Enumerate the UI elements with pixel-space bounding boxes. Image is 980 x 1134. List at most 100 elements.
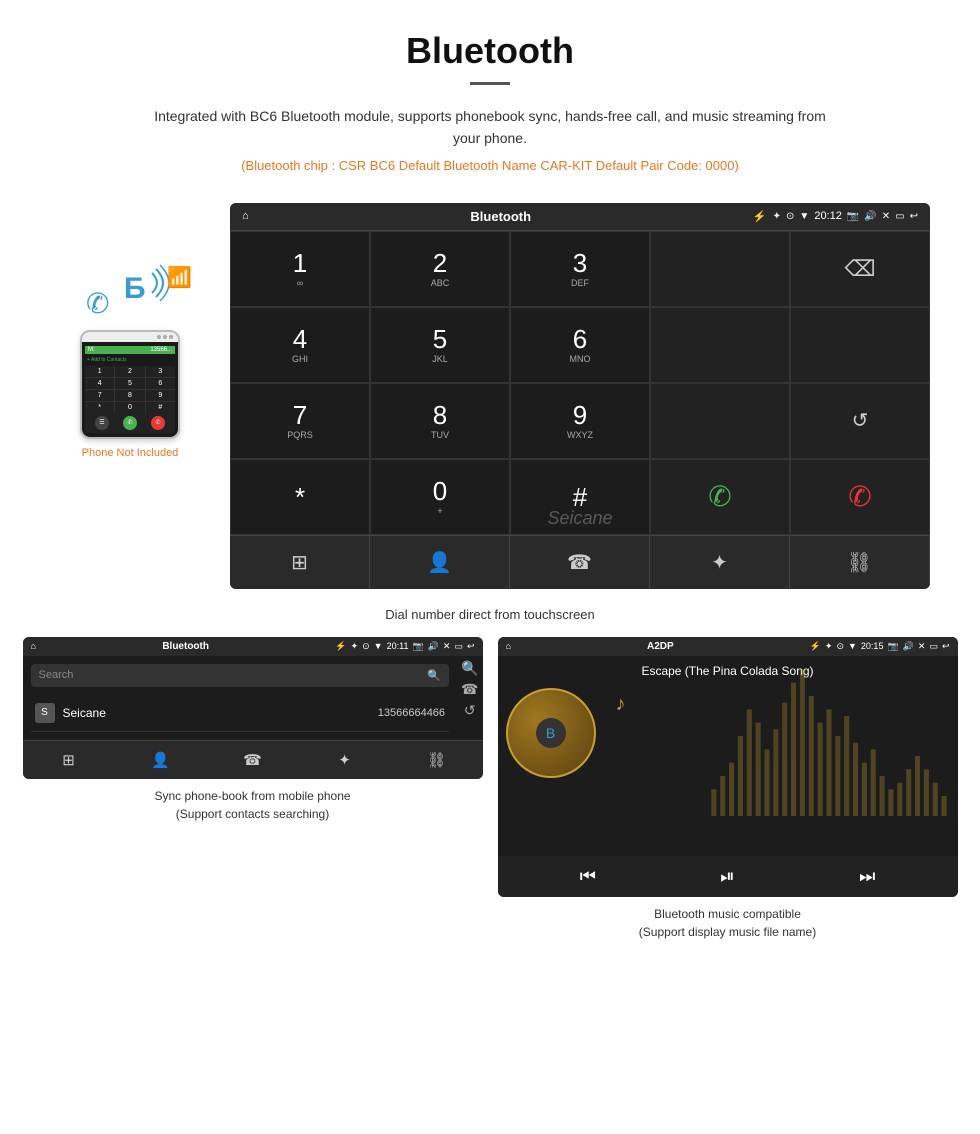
- dial-key-2[interactable]: 2 ABC: [370, 231, 510, 307]
- phone-call-btn: ✆: [123, 416, 137, 430]
- music-usb-icon: ⚡: [810, 641, 821, 652]
- phone-dot: [157, 335, 161, 339]
- dial-key-6[interactable]: 6 MNO: [510, 307, 650, 383]
- phone-not-included-label: Phone Not Included: [82, 447, 179, 459]
- dial-letters-9: WXYZ: [567, 430, 593, 440]
- phone-dot: [169, 335, 173, 339]
- pb-nav-bt[interactable]: ✦: [299, 741, 391, 779]
- music-camera-icon[interactable]: 📷: [887, 641, 898, 652]
- dial-call-red-cell[interactable]: ✆: [790, 459, 930, 535]
- phonebook-inner: Search 🔍 S Seicane 13566664466 🔍 ☎ ↺: [23, 656, 483, 740]
- dial-letters-5: JKL: [432, 354, 448, 364]
- nav-link-icon[interactable]: ⛓: [790, 536, 930, 589]
- dial-num-8: 8: [433, 402, 447, 428]
- dial-num-9: 9: [573, 402, 587, 428]
- phone-screen: M:13566... + Add to Contacts 1 2 3 4 5 6…: [82, 342, 178, 437]
- dial-key-9[interactable]: 9 WXYZ: [510, 383, 650, 459]
- play-pause-button[interactable]: ⏯: [720, 866, 734, 887]
- dial-letters-6: MNO: [570, 354, 591, 364]
- home-icon[interactable]: ⌂: [242, 210, 249, 222]
- music-section: ⌂ A2DP ⚡ ✦ ⊙ ▼ 20:15 📷 🔊 ✕ ▭ ↩ Escape (T…: [498, 637, 958, 941]
- dial-num-4: 4: [293, 326, 307, 352]
- contact-name: Seicane: [63, 706, 378, 720]
- phonebook-search-bar[interactable]: Search 🔍: [31, 664, 450, 687]
- pb-back-icon[interactable]: ↩: [467, 641, 475, 652]
- title-divider: [470, 82, 510, 85]
- dial-key-4[interactable]: 4 GHI: [230, 307, 370, 383]
- music-close-icon[interactable]: ✕: [918, 641, 926, 652]
- usb-icon: ⚡: [753, 210, 767, 223]
- dial-key-1[interactable]: 1 ∞: [230, 231, 370, 307]
- phonebook-main: Search 🔍 S Seicane 13566664466: [23, 656, 458, 740]
- close-icon[interactable]: ✕: [882, 211, 890, 222]
- pb-vol-icon[interactable]: 🔊: [428, 641, 439, 652]
- dial-screen-wrapper: ⌂ Bluetooth ⚡ ✦ ⊙ ▼ 20:12 📷 🔊 ✕ ▭ ↩: [230, 203, 930, 589]
- dial-key-7[interactable]: 7 PQRS: [230, 383, 370, 459]
- pb-search-right-icon[interactable]: 🔍: [461, 660, 478, 677]
- dial-letters-0: +: [437, 506, 442, 516]
- pb-close-icon[interactable]: ✕: [443, 641, 451, 652]
- pb-nav-link[interactable]: ⛓: [391, 741, 483, 779]
- svg-text:Б: Б: [124, 272, 146, 305]
- pb-refresh-right-icon[interactable]: ↺: [461, 702, 478, 719]
- music-bt-icon: ✦: [825, 641, 833, 652]
- pb-home-icon[interactable]: ⌂: [31, 641, 36, 651]
- dial-key-0[interactable]: 0 +: [370, 459, 510, 535]
- dial-backspace-cell[interactable]: ⌫: [790, 231, 930, 307]
- phonebook-screen: ⌂ Bluetooth ⚡ ✦ ⊙ ▼ 20:11 📷 🔊 ✕ ▭ ↩ Sear…: [23, 637, 483, 779]
- page-specs: (Bluetooth chip : CSR BC6 Default Blueto…: [20, 158, 960, 173]
- dial-letters-7: PQRS: [287, 430, 313, 440]
- volume-icon[interactable]: 🔊: [864, 211, 876, 222]
- phone-image: M:13566... + Add to Contacts 1 2 3 4 5 6…: [80, 330, 180, 439]
- dial-key-star[interactable]: *: [230, 459, 370, 535]
- music-back-icon[interactable]: ↩: [942, 641, 950, 652]
- status-time: 20:12: [814, 210, 842, 222]
- page-title: Bluetooth: [20, 30, 960, 72]
- pb-call-right-icon[interactable]: ☎: [461, 681, 478, 698]
- pb-nav-person[interactable]: 👤: [115, 741, 207, 779]
- phonebook-bottom-nav: ⊞ 👤 ☎ ✦ ⛓: [23, 740, 483, 779]
- wifi-waves-icon: 📶: [167, 265, 192, 290]
- nav-person-icon[interactable]: 👤: [370, 536, 510, 589]
- phonebook-contact[interactable]: S Seicane 13566664466: [31, 695, 450, 732]
- phonebook-section: ⌂ Bluetooth ⚡ ✦ ⊙ ▼ 20:11 📷 🔊 ✕ ▭ ↩ Sear…: [23, 637, 483, 941]
- dial-letters-1: ∞: [297, 278, 303, 288]
- dial-key-3[interactable]: 3 DEF: [510, 231, 650, 307]
- pb-window-icon[interactable]: ▭: [454, 641, 463, 652]
- music-vol-icon[interactable]: 🔊: [903, 641, 914, 652]
- pb-nav-grid[interactable]: ⊞: [23, 741, 115, 779]
- search-icon[interactable]: 🔍: [427, 669, 441, 682]
- dial-refresh-cell[interactable]: ↺: [790, 383, 930, 459]
- next-button[interactable]: ⏭: [859, 866, 875, 887]
- nav-phone-icon[interactable]: ☎: [510, 536, 650, 589]
- pb-nav-phone[interactable]: ☎: [207, 741, 299, 779]
- music-status-bar: ⌂ A2DP ⚡ ✦ ⊙ ▼ 20:15 📷 🔊 ✕ ▭ ↩: [498, 637, 958, 656]
- pb-bt-icon: ✦: [351, 641, 359, 652]
- prev-button[interactable]: ⏮: [580, 866, 596, 887]
- music-note-area: ♪: [606, 688, 950, 778]
- window-icon[interactable]: ▭: [895, 211, 904, 222]
- nav-grid-icon[interactable]: ⊞: [230, 536, 370, 589]
- nav-bluetooth-icon[interactable]: ✦: [650, 536, 790, 589]
- dial-key-hash[interactable]: #: [510, 459, 650, 535]
- dial-bottom-nav: ⊞ 👤 ☎ ✦ ⛓: [230, 535, 930, 589]
- phone-dial-grid: 1 2 3 4 5 6 7 8 9 * 0 #: [85, 366, 175, 413]
- dial-keypad: 1 ∞ 2 ABC 3 DEF ⌫ 4 GHI: [230, 230, 930, 535]
- pb-usb-icon: ⚡: [335, 641, 346, 652]
- music-home-icon[interactable]: ⌂: [506, 641, 511, 651]
- camera-icon[interactable]: 📷: [847, 211, 859, 222]
- phone-call-bar: M:13566...: [85, 346, 175, 354]
- page-description: Integrated with BC6 Bluetooth module, su…: [140, 105, 840, 150]
- phone-key-2: 2: [115, 366, 144, 377]
- dial-call-green-cell[interactable]: ✆: [650, 459, 790, 535]
- dial-status-bar: ⌂ Bluetooth ⚡ ✦ ⊙ ▼ 20:12 📷 🔊 ✕ ▭ ↩: [230, 203, 930, 230]
- phone-key-0: 0: [115, 402, 144, 413]
- dial-screen-title: Bluetooth: [255, 209, 747, 224]
- back-icon[interactable]: ↩: [910, 211, 918, 222]
- dial-key-8[interactable]: 8 TUV: [370, 383, 510, 459]
- dial-letters-2: ABC: [431, 278, 450, 288]
- dial-key-5[interactable]: 5 JKL: [370, 307, 510, 383]
- bluetooth-status-icon: ✦: [773, 211, 781, 222]
- music-window-icon[interactable]: ▭: [929, 641, 938, 652]
- pb-camera-icon[interactable]: 📷: [412, 641, 423, 652]
